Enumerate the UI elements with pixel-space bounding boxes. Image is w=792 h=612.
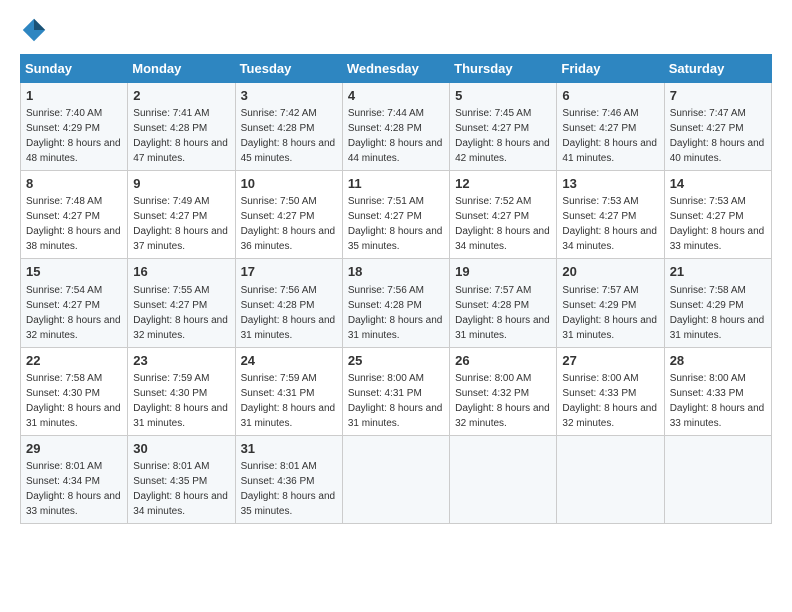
table-row: 26 Sunrise: 8:00 AMSunset: 4:32 PMDaylig… — [450, 347, 557, 435]
header — [20, 16, 772, 44]
table-row: 21 Sunrise: 7:58 AMSunset: 4:29 PMDaylig… — [664, 259, 771, 347]
header-row: Sunday Monday Tuesday Wednesday Thursday… — [21, 55, 772, 83]
table-row: 22 Sunrise: 7:58 AMSunset: 4:30 PMDaylig… — [21, 347, 128, 435]
calendar-week: 8 Sunrise: 7:48 AMSunset: 4:27 PMDayligh… — [21, 171, 772, 259]
table-row: 15 Sunrise: 7:54 AMSunset: 4:27 PMDaylig… — [21, 259, 128, 347]
table-row: 19 Sunrise: 7:57 AMSunset: 4:28 PMDaylig… — [450, 259, 557, 347]
table-row: 14 Sunrise: 7:53 AMSunset: 4:27 PMDaylig… — [664, 171, 771, 259]
table-row: 7 Sunrise: 7:47 AMSunset: 4:27 PMDayligh… — [664, 83, 771, 171]
table-row: 9 Sunrise: 7:49 AMSunset: 4:27 PMDayligh… — [128, 171, 235, 259]
table-row: 4 Sunrise: 7:44 AMSunset: 4:28 PMDayligh… — [342, 83, 449, 171]
table-row: 25 Sunrise: 8:00 AMSunset: 4:31 PMDaylig… — [342, 347, 449, 435]
logo — [20, 16, 52, 44]
col-thursday: Thursday — [450, 55, 557, 83]
table-row: 11 Sunrise: 7:51 AMSunset: 4:27 PMDaylig… — [342, 171, 449, 259]
table-row: 10 Sunrise: 7:50 AMSunset: 4:27 PMDaylig… — [235, 171, 342, 259]
table-row: 28 Sunrise: 8:00 AMSunset: 4:33 PMDaylig… — [664, 347, 771, 435]
calendar-week: 1 Sunrise: 7:40 AMSunset: 4:29 PMDayligh… — [21, 83, 772, 171]
col-saturday: Saturday — [664, 55, 771, 83]
table-row: 23 Sunrise: 7:59 AMSunset: 4:30 PMDaylig… — [128, 347, 235, 435]
table-row: 12 Sunrise: 7:52 AMSunset: 4:27 PMDaylig… — [450, 171, 557, 259]
col-sunday: Sunday — [21, 55, 128, 83]
table-row: 20 Sunrise: 7:57 AMSunset: 4:29 PMDaylig… — [557, 259, 664, 347]
table-row: 24 Sunrise: 7:59 AMSunset: 4:31 PMDaylig… — [235, 347, 342, 435]
logo-icon — [20, 16, 48, 44]
empty-cell — [557, 435, 664, 523]
table-row: 30 Sunrise: 8:01 AMSunset: 4:35 PMDaylig… — [128, 435, 235, 523]
table-row: 13 Sunrise: 7:53 AMSunset: 4:27 PMDaylig… — [557, 171, 664, 259]
table-row: 29 Sunrise: 8:01 AMSunset: 4:34 PMDaylig… — [21, 435, 128, 523]
col-wednesday: Wednesday — [342, 55, 449, 83]
table-row: 2 Sunrise: 7:41 AMSunset: 4:28 PMDayligh… — [128, 83, 235, 171]
col-tuesday: Tuesday — [235, 55, 342, 83]
table-row: 18 Sunrise: 7:56 AMSunset: 4:28 PMDaylig… — [342, 259, 449, 347]
empty-cell — [342, 435, 449, 523]
table-row: 31 Sunrise: 8:01 AMSunset: 4:36 PMDaylig… — [235, 435, 342, 523]
empty-cell — [664, 435, 771, 523]
table-row: 6 Sunrise: 7:46 AMSunset: 4:27 PMDayligh… — [557, 83, 664, 171]
calendar-week: 15 Sunrise: 7:54 AMSunset: 4:27 PMDaylig… — [21, 259, 772, 347]
calendar-week: 29 Sunrise: 8:01 AMSunset: 4:34 PMDaylig… — [21, 435, 772, 523]
calendar-table: Sunday Monday Tuesday Wednesday Thursday… — [20, 54, 772, 524]
table-row: 3 Sunrise: 7:42 AMSunset: 4:28 PMDayligh… — [235, 83, 342, 171]
col-friday: Friday — [557, 55, 664, 83]
table-row: 27 Sunrise: 8:00 AMSunset: 4:33 PMDaylig… — [557, 347, 664, 435]
table-row: 17 Sunrise: 7:56 AMSunset: 4:28 PMDaylig… — [235, 259, 342, 347]
calendar-week: 22 Sunrise: 7:58 AMSunset: 4:30 PMDaylig… — [21, 347, 772, 435]
table-row: 1 Sunrise: 7:40 AMSunset: 4:29 PMDayligh… — [21, 83, 128, 171]
table-row: 5 Sunrise: 7:45 AMSunset: 4:27 PMDayligh… — [450, 83, 557, 171]
table-row: 16 Sunrise: 7:55 AMSunset: 4:27 PMDaylig… — [128, 259, 235, 347]
empty-cell — [450, 435, 557, 523]
table-row: 8 Sunrise: 7:48 AMSunset: 4:27 PMDayligh… — [21, 171, 128, 259]
col-monday: Monday — [128, 55, 235, 83]
page: Sunday Monday Tuesday Wednesday Thursday… — [0, 0, 792, 612]
